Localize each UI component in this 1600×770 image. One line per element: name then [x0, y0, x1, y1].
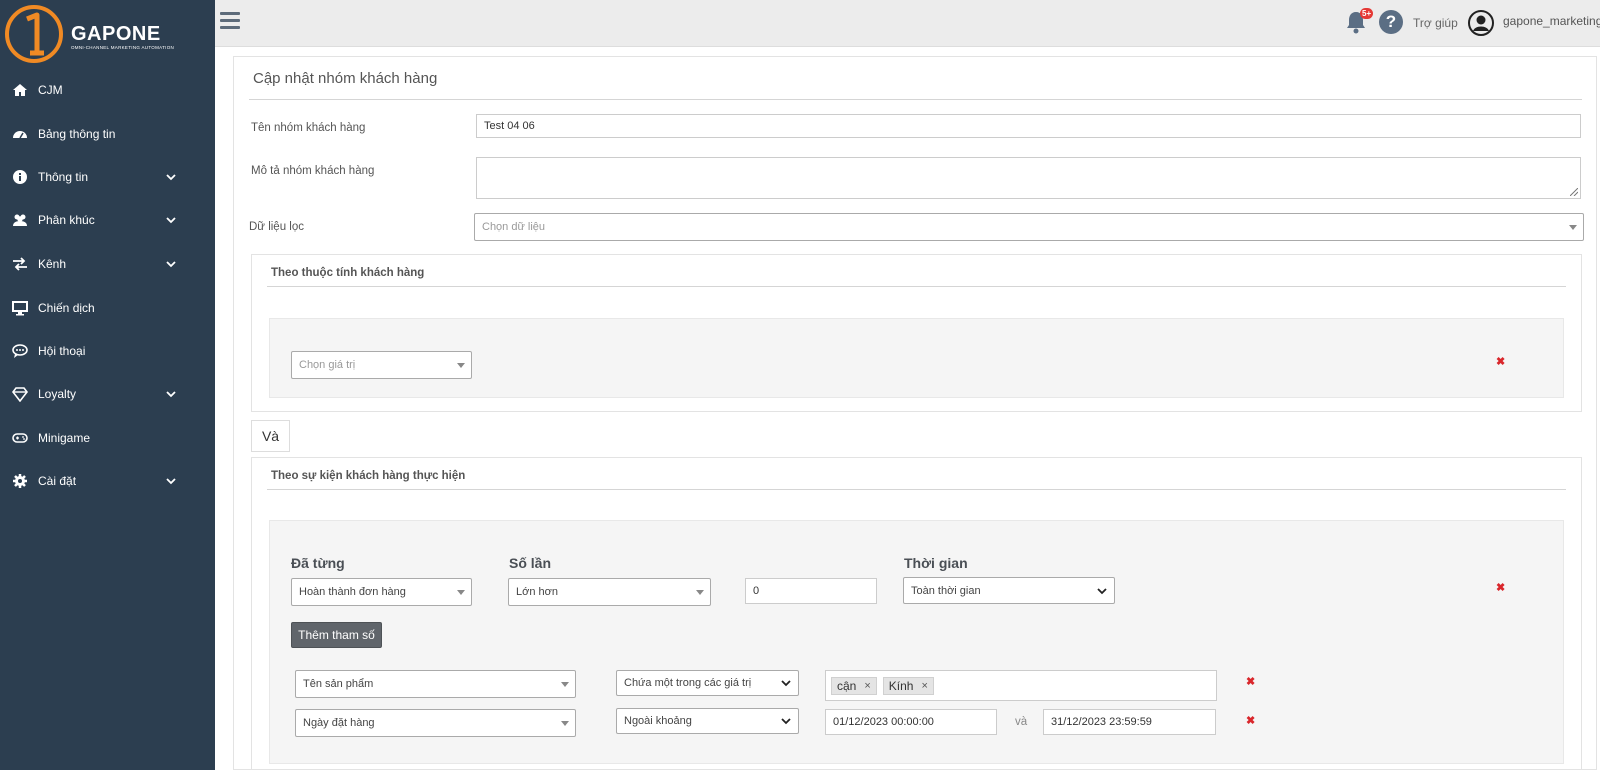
chevron-down-icon — [781, 680, 791, 687]
caret-down-icon — [561, 682, 569, 687]
chevron-down-icon — [166, 174, 176, 181]
time-select[interactable]: Toàn thời gian — [903, 577, 1115, 604]
param-operator-select[interactable]: Ngoài khoảng — [616, 708, 799, 734]
tag-item: Kính × — [882, 676, 934, 695]
sidebar-item-hoi-thoai[interactable]: Hội thoại — [0, 331, 215, 371]
tag-remove-icon[interactable]: × — [864, 680, 870, 692]
users-icon — [13, 214, 27, 226]
param-operator-select[interactable]: Chứa một trong các giá trị — [616, 670, 799, 696]
add-param-button[interactable]: Thêm tham số — [291, 622, 382, 648]
attribute-section-title: Theo thuộc tính khách hàng — [271, 267, 425, 279]
count-operator-select[interactable]: Lớn hơn — [508, 578, 711, 606]
exchange-icon — [13, 257, 27, 271]
date-to-input[interactable]: 31/12/2023 23:59:59 — [1043, 709, 1216, 735]
menu-toggle-icon[interactable] — [220, 12, 240, 29]
sidebar-item-label: Kênh — [38, 257, 67, 271]
chat-icon — [12, 344, 28, 358]
tag-remove-icon[interactable]: × — [921, 680, 927, 692]
param-field-select[interactable]: Ngày đặt hàng — [295, 709, 576, 737]
brand-tagline: OMNI-CHANNEL MARKETING AUTOMATION — [71, 45, 175, 50]
caret-down-icon — [696, 590, 704, 595]
gamepad-icon — [12, 433, 28, 443]
param-field-select[interactable]: Tên sản phẩm — [295, 670, 576, 698]
attribute-value-select[interactable]: Chọn giá trị — [291, 351, 472, 379]
remove-param-icon[interactable]: ✖ — [1246, 675, 1255, 688]
chevron-down-icon — [166, 391, 176, 398]
group-name-input[interactable]: Test 04 06 — [476, 114, 1581, 138]
sidebar-item-label: CJM — [38, 83, 63, 97]
sidebar-item-label: Chiến dịch — [38, 301, 95, 315]
home-icon — [13, 84, 27, 96]
chevron-down-icon — [1097, 587, 1107, 594]
resize-handle-icon[interactable] — [1570, 188, 1578, 196]
info-icon — [13, 170, 27, 184]
and-button[interactable]: Và — [251, 420, 290, 452]
count-column-label: Số lần — [509, 555, 552, 571]
chevron-down-icon — [166, 478, 176, 485]
group-desc-label: Mô tả nhóm khách hàng — [251, 165, 375, 177]
sidebar-item-thong-tin[interactable]: Thông tin — [0, 157, 215, 197]
user-avatar-icon[interactable] — [1468, 10, 1494, 36]
remove-attribute-icon[interactable]: ✖ — [1496, 355, 1505, 368]
time-column-label: Thời gian — [904, 555, 968, 571]
dashboard-icon — [13, 131, 27, 139]
desktop-icon — [12, 301, 28, 316]
tag-item: cận × — [831, 676, 877, 695]
group-desc-textarea[interactable] — [476, 157, 1581, 199]
logo-icon — [5, 5, 63, 63]
sidebar-item-minigame[interactable]: Minigame — [0, 418, 215, 458]
title-divider — [249, 99, 1582, 100]
caret-down-icon — [457, 590, 465, 595]
brand-name: GAPONE — [71, 23, 161, 45]
sidebar-item-label: Hội thoại — [38, 344, 86, 358]
top-bar: 5+ ? Trợ giúp gapone_marketing — [215, 0, 1600, 47]
sidebar-item-label: Thông tin — [38, 170, 89, 184]
sidebar-item-label: Cài đặt — [38, 474, 77, 488]
done-column-label: Đã từng — [291, 555, 345, 571]
caret-down-icon — [457, 363, 465, 368]
date-joiner: và — [1015, 716, 1028, 728]
sidebar-item-label: Phân khúc — [38, 213, 95, 227]
param-tags-input[interactable]: cận × Kính × — [825, 670, 1217, 701]
help-icon[interactable]: ? — [1379, 10, 1403, 34]
sidebar-item-label: Bảng thông tin — [38, 127, 116, 141]
count-value-input[interactable]: 0 — [745, 578, 877, 604]
help-link[interactable]: Trợ giúp — [1413, 16, 1458, 30]
sidebar-item-cjm[interactable]: CJM — [0, 70, 215, 110]
filter-label: Dữ liệu lọc — [249, 221, 304, 233]
caret-down-icon — [561, 721, 569, 726]
notification-badge: 5+ — [1360, 8, 1374, 19]
remove-param-icon[interactable]: ✖ — [1246, 714, 1255, 727]
caret-down-icon — [1569, 225, 1577, 230]
event-section-title: Theo sự kiện khách hàng thực hiện — [271, 470, 466, 482]
user-name[interactable]: gapone_marketing — [1503, 14, 1600, 28]
gear-icon — [13, 474, 27, 488]
sidebar-item-chien-dich[interactable]: Chiến dịch — [0, 288, 215, 328]
sidebar-item-kenh[interactable]: Kênh — [0, 244, 215, 284]
date-from-input[interactable]: 01/12/2023 00:00:00 — [825, 709, 997, 735]
attribute-divider — [267, 286, 1566, 287]
page-title: Cập nhật nhóm khách hàng — [253, 70, 438, 87]
sidebar-item-label: Loyalty — [38, 387, 77, 401]
chevron-down-icon — [166, 261, 176, 268]
remove-event-icon[interactable]: ✖ — [1496, 581, 1505, 594]
filter-select[interactable]: Chọn dữ liệu — [474, 213, 1584, 241]
chevron-down-icon — [781, 718, 791, 725]
event-select[interactable]: Hoàn thành đơn hàng — [291, 578, 472, 606]
event-divider — [267, 489, 1566, 490]
brand-logo[interactable]: GAPONE OMNI-CHANNEL MARKETING AUTOMATION — [3, 3, 203, 63]
chevron-down-icon — [166, 217, 176, 224]
group-name-label: Tên nhóm khách hàng — [251, 122, 366, 134]
sidebar-item-cai-dat[interactable]: Cài đặt — [0, 461, 215, 501]
sidebar-item-phan-khuc[interactable]: Phân khúc — [0, 200, 215, 240]
sidebar: GAPONE OMNI-CHANNEL MARKETING AUTOMATION… — [0, 0, 215, 770]
sidebar-item-bang-thong-tin[interactable]: Bảng thông tin — [0, 114, 215, 154]
sidebar-item-label: Minigame — [38, 431, 91, 445]
diamond-icon — [12, 387, 28, 402]
sidebar-item-loyalty[interactable]: Loyalty — [0, 374, 215, 414]
